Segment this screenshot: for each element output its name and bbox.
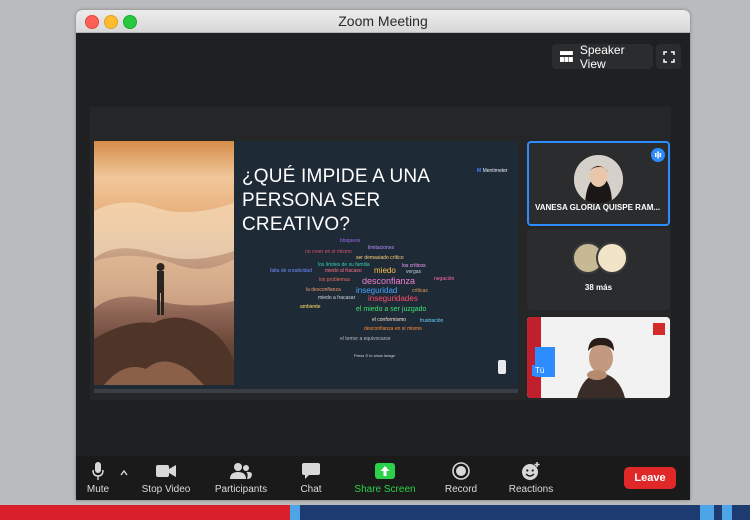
mentimeter-logo: M Mentimeter (477, 168, 508, 174)
share-screen-label: Share Screen (354, 484, 416, 495)
title-bar: Zoom Meeting (76, 10, 690, 33)
participant-avatar (574, 155, 623, 204)
leave-button[interactable]: Leave (624, 467, 676, 489)
record-icon (452, 462, 470, 480)
participants-button[interactable]: Participants (210, 456, 272, 500)
zoom-window: Zoom Meeting Speaker View ¿QUÉ IMPIDE A … (76, 10, 690, 500)
microphone-icon (92, 462, 104, 480)
word: miedo al fracaso (325, 268, 362, 274)
word: falta de creatividad (270, 268, 312, 274)
slide-photo (94, 141, 234, 385)
word: frustración (420, 318, 444, 324)
share-screen-button[interactable]: Share Screen (350, 456, 420, 500)
video-camera-icon (156, 465, 176, 477)
participants-label: Participants (214, 484, 268, 495)
fullscreen-icon (662, 50, 675, 63)
reactions-label: Reactions (508, 484, 554, 495)
participant-name: VANESA GLORIA QUISPE RAM... (535, 203, 661, 212)
more-participants-label: 38 más (584, 283, 613, 292)
word: negación (434, 276, 455, 282)
smiley-plus-icon (522, 462, 540, 480)
word: vergas (406, 269, 422, 275)
presenter-badge (498, 360, 506, 374)
mute-button[interactable]: Mute (78, 456, 118, 500)
slide-title: ¿QUÉ IMPIDE A UNA PERSONA SER CREATIVO? (242, 166, 430, 235)
word: ambiente (300, 304, 321, 310)
speaker-view-button[interactable]: Speaker View (552, 42, 653, 71)
shared-screen: ¿QUÉ IMPIDE A UNA PERSONA SER CREATIVO? … (94, 141, 518, 393)
bottom-color-bar (0, 505, 750, 520)
word: limitaciones (368, 245, 395, 251)
participants-icon (230, 463, 252, 479)
word: inseguridades (368, 294, 418, 303)
audio-options-caret[interactable] (119, 456, 129, 500)
stop-video-label: Stop Video (141, 484, 191, 495)
chevron-up-icon (120, 470, 128, 476)
window-title: Zoom Meeting (338, 13, 428, 29)
word: ser demasiado crítico (356, 255, 404, 261)
chat-icon (302, 463, 320, 479)
record-label: Record (444, 484, 478, 495)
self-label: Tú (532, 365, 548, 376)
participant-tile-more[interactable]: 38 más (527, 229, 670, 310)
record-button[interactable]: Record (438, 456, 484, 500)
word-cloud: bloqueos limitaciones no creer en sí mis… (270, 236, 454, 361)
word: miedo a fracasar (318, 295, 356, 301)
more-avatar (596, 242, 628, 274)
self-view-tile[interactable]: Tú (527, 317, 670, 398)
chat-label: Chat (300, 484, 322, 495)
word: desconfianza (362, 276, 416, 286)
word: el miedo a ser juzgado (356, 306, 427, 313)
word: los problemas (319, 277, 351, 283)
share-screen-icon (375, 463, 395, 479)
speaker-view-label: Speaker View (579, 42, 625, 71)
word: la desconfianza (306, 287, 341, 293)
word: miedo (374, 266, 396, 275)
chat-button[interactable]: Chat (292, 456, 330, 500)
meeting-toolbar: Mute Stop Video Participants Chat Share … (76, 456, 690, 500)
word: el temor a equivocarse (340, 336, 391, 342)
word: desconfianza en sí mismo (364, 326, 422, 332)
mute-label: Mute (86, 484, 110, 495)
reactions-button[interactable]: Reactions (502, 456, 560, 500)
self-video (527, 317, 670, 398)
fullscreen-button[interactable] (656, 44, 681, 69)
word: el conformismo (372, 317, 406, 323)
audio-icon (651, 148, 665, 162)
mentimeter-label: Mentimeter (482, 168, 508, 174)
slide-footer: Press S to show image (354, 353, 395, 358)
word: no creer en sí mismo (305, 249, 352, 255)
stop-video-button[interactable]: Stop Video (138, 456, 194, 500)
grid-icon (560, 51, 573, 62)
participant-tile-active[interactable]: VANESA GLORIA QUISPE RAM... (527, 141, 670, 226)
word: bloqueos (340, 238, 361, 244)
